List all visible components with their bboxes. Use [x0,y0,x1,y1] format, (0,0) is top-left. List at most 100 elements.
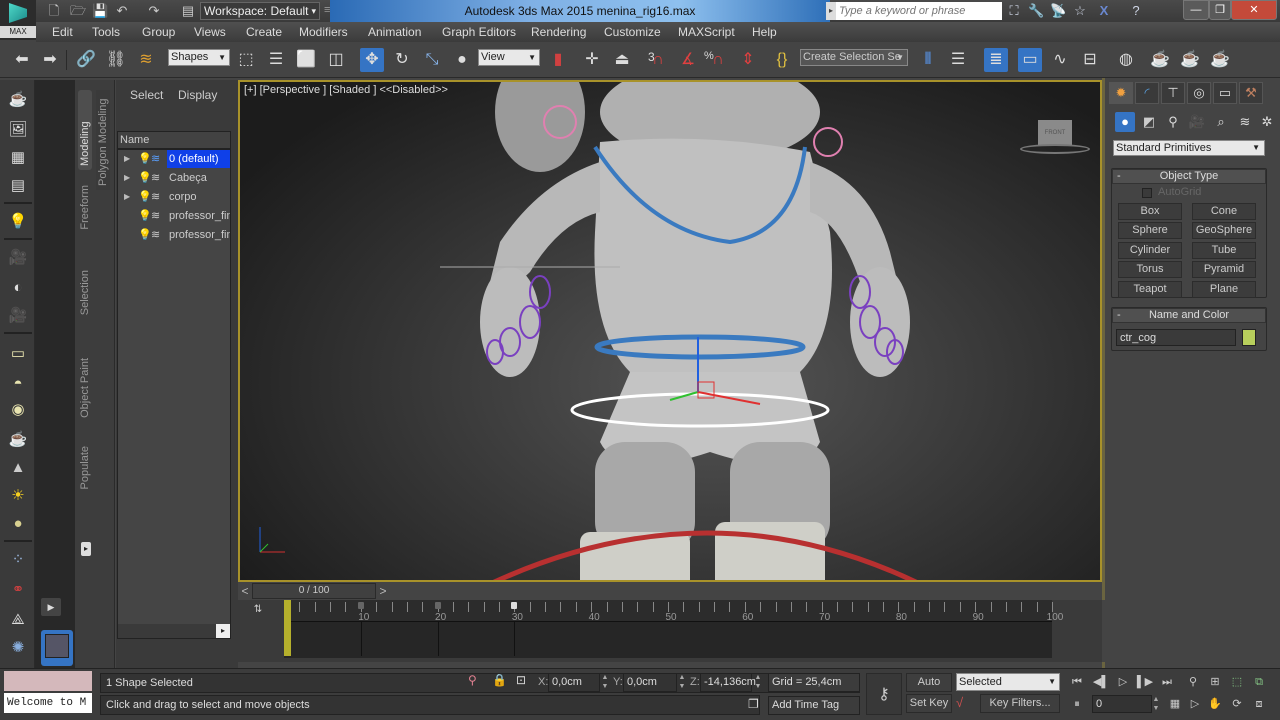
menu-group[interactable]: Group [142,22,175,42]
default-tangents-icon[interactable]: √ [956,695,963,710]
select-and-scale-icon[interactable]: ⤡ [420,48,444,72]
help-icon[interactable]: ? [1128,3,1144,19]
isolate-selection-icon[interactable]: ⚲ [468,673,477,687]
menu-tools[interactable]: Tools [92,22,120,42]
time-slider-thumb[interactable]: 0 / 100 [252,583,376,599]
link-icon[interactable]: 🔗 [74,48,98,72]
selection-lock-icon[interactable]: 🔒 [492,673,507,687]
sphere-half-icon[interactable]: ◐ [7,278,29,298]
go-to-end-icon[interactable]: ⏭ [1158,673,1176,691]
cameras-category-icon[interactable]: 🎥 [1187,112,1207,132]
keyframe-marker[interactable] [357,602,364,609]
lightbulb-icon[interactable]: 💡 [138,188,152,206]
scene-explorer-icon[interactable]: ▭ [1018,48,1042,72]
x-exchange-icon[interactable]: X [1096,3,1112,19]
frame-ruler[interactable]: 0102030405060708090100 [284,600,1063,623]
layer-row[interactable]: 💡 ≋ professor_fina [118,207,230,225]
app-menu-button[interactable]: MAX [0,0,36,40]
x-spinner[interactable]: ▲ ▼ [601,673,609,692]
scroll-right-icon[interactable]: ▸ [216,624,230,638]
align-icon[interactable]: ☰ [946,48,970,72]
zoom-all-icon[interactable]: ⊞ [1206,673,1224,691]
previous-key-icon[interactable]: ◀▌ [1092,673,1110,691]
wrench-icon[interactable]: 🔧 [1028,3,1044,19]
rollout-header[interactable]: - Object Type [1112,169,1266,184]
play-icon[interactable]: ▷ [1114,673,1132,691]
tab-motion[interactable]: ◎ [1187,82,1211,104]
teapot-wire-icon[interactable]: ☕ [7,430,29,450]
ribbon-expand-icon[interactable]: ▸ [81,542,91,556]
select-and-move-icon[interactable]: ✥ [360,48,384,72]
expand-arrow-icon[interactable]: ▶ [124,150,130,168]
plane-icon[interactable]: ▭ [7,344,29,364]
customize-qa-icon[interactable]: ≡ [324,4,330,16]
search-expand-icon[interactable]: ▸ [826,2,836,20]
menu-edit[interactable]: Edit [52,22,73,42]
sphere-icon[interactable]: ● [7,514,29,534]
minimize-button[interactable]: — [1183,0,1209,20]
viewport-perspective[interactable]: [+] [Perspective ] [Shaded ] <<Disabled>… [238,80,1102,582]
menu-maxscript[interactable]: MAXScript [678,22,735,42]
schematic-view-icon[interactable]: ⊟ [1078,48,1102,72]
gear-icon[interactable]: ✺ [7,638,29,658]
search-input[interactable] [836,2,1002,20]
unlink-icon[interactable]: ⛓ [104,48,128,72]
zoom-icon[interactable]: ⚲ [1184,673,1202,691]
tab-object-paint[interactable]: Object Paint [79,358,91,418]
layer-row[interactable]: ▶ 💡 ≋ 0 (default) [118,150,230,168]
keyframe-marker[interactable] [434,602,441,609]
add-time-tag-button[interactable]: Add Time Tag [768,696,860,715]
zoom-extents-icon[interactable]: ⬚ [1228,673,1246,691]
teapot-icon[interactable]: ☕ [7,90,29,110]
render-frame-icon[interactable]: 🖼 [7,120,29,140]
lights-category-icon[interactable]: ⚲ [1163,112,1183,132]
new-file-icon[interactable]: 🗋 [46,3,62,19]
tab-display[interactable]: ▭ [1213,82,1237,104]
satellite-icon[interactable]: 📡 [1050,3,1066,19]
tab-populate[interactable]: Populate [79,446,91,489]
column-header-name[interactable]: Name [117,131,231,149]
frame-spinner[interactable]: ▲ ▼ [1152,695,1160,714]
tab-freeform[interactable]: Freeform [79,185,91,230]
project-folder-icon[interactable]: ▤ [180,3,196,19]
menu-views[interactable]: Views [194,22,226,42]
autogrid-checkbox[interactable] [1142,188,1152,198]
window-crossing-icon[interactable]: ◫ [324,48,348,72]
expand-arrow-icon[interactable]: ▶ [124,169,130,187]
previous-frame-button[interactable]: < [238,583,252,599]
particles-icon[interactable]: ⁘ [7,550,29,570]
named-selection-dropdown[interactable]: Create Selection Se ▼ [800,49,908,66]
undo-icon[interactable]: ⬅ [10,48,34,72]
lightbulb-icon[interactable]: 💡 [138,207,152,225]
viewport-layout-button[interactable] [41,630,73,666]
mirror-icon[interactable]: ⫴ [916,48,940,72]
spacewarps-category-icon[interactable]: ≋ [1235,112,1255,132]
teapot-button[interactable]: Teapot [1118,281,1182,298]
menu-graph-editors[interactable]: Graph Editors [442,22,516,42]
pan-view-icon[interactable]: ✋ [1206,695,1224,713]
key-mode-toggle-icon[interactable]: ⏸ [1068,695,1086,713]
tab-modeling[interactable]: Modeling [78,90,92,170]
camera-red-icon[interactable]: 🎥 [7,306,29,326]
object-color-swatch[interactable] [1242,329,1256,346]
orbit-icon[interactable]: ⟳ [1228,695,1246,713]
next-key-icon[interactable]: ▌▶ [1136,673,1154,691]
select-by-name-icon[interactable]: ☰ [264,48,288,72]
tab-select[interactable]: Select [130,88,163,102]
tab-create[interactable]: ✹ [1109,82,1133,104]
auto-key-button[interactable]: Auto Key [906,673,952,705]
layer-manager-icon[interactable]: ≣ [984,48,1008,72]
viewcube-ring[interactable] [1020,144,1090,154]
curve-editor-icon[interactable]: ∿ [1048,48,1072,72]
panel-slider-icon[interactable]: ▤ [7,176,29,196]
object-name-input[interactable] [1116,329,1236,346]
maxscript-mini-listener[interactable] [4,671,92,691]
viewcube[interactable]: FRONT [1020,120,1090,156]
pyramid-wire-icon[interactable]: ⟁ [7,610,29,630]
maxscript-output[interactable]: Welcome to M [4,693,92,713]
field-of-view-icon[interactable]: ▷ [1186,695,1204,713]
zoom-extents-all-icon[interactable]: ⧉ [1250,673,1268,691]
star-icon[interactable]: ☆ [1072,3,1088,19]
selection-filter-dropdown[interactable]: Shapes ▼ [168,49,230,66]
sun-icon[interactable]: ☀ [7,486,29,506]
